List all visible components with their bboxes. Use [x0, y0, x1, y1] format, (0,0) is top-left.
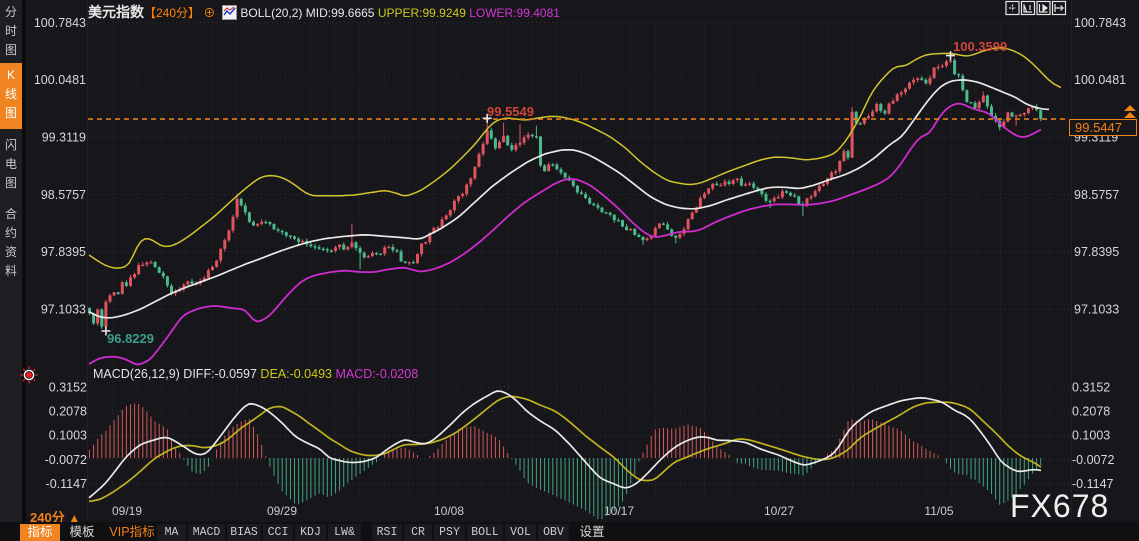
- svg-text:10/27: 10/27: [764, 504, 794, 518]
- svg-text:100.0481: 100.0481: [1074, 73, 1126, 87]
- svg-text:09/19: 09/19: [112, 504, 142, 518]
- svg-text:09/29: 09/29: [267, 504, 297, 518]
- svg-text:97.1033: 97.1033: [1074, 302, 1119, 316]
- svg-text:10/17: 10/17: [604, 504, 634, 518]
- svg-text:98.5757: 98.5757: [41, 188, 86, 202]
- svg-text:100.7843: 100.7843: [34, 16, 86, 30]
- svg-text:97.8395: 97.8395: [1074, 245, 1119, 259]
- svg-text:0.3152: 0.3152: [49, 380, 87, 394]
- svg-text:0.1003: 0.1003: [49, 429, 87, 443]
- svg-text:97.1033: 97.1033: [41, 302, 86, 316]
- svg-text:0.3152: 0.3152: [1072, 380, 1110, 394]
- svg-text:100.7843: 100.7843: [1074, 16, 1126, 30]
- svg-text:0.2078: 0.2078: [1072, 404, 1110, 418]
- svg-text:11/05: 11/05: [924, 504, 953, 518]
- svg-text:0.1003: 0.1003: [1072, 429, 1110, 443]
- svg-text:100.0481: 100.0481: [34, 73, 86, 87]
- svg-text:97.8395: 97.8395: [41, 245, 86, 259]
- svg-text:-0.0072: -0.0072: [1072, 453, 1114, 467]
- svg-text:98.5757: 98.5757: [1074, 188, 1119, 202]
- svg-text:-0.1147: -0.1147: [46, 477, 88, 491]
- svg-text:0.2078: 0.2078: [49, 404, 87, 418]
- svg-text:-0.0072: -0.0072: [45, 453, 87, 467]
- svg-text:10/08: 10/08: [434, 504, 464, 518]
- svg-text:99.3119: 99.3119: [42, 130, 86, 144]
